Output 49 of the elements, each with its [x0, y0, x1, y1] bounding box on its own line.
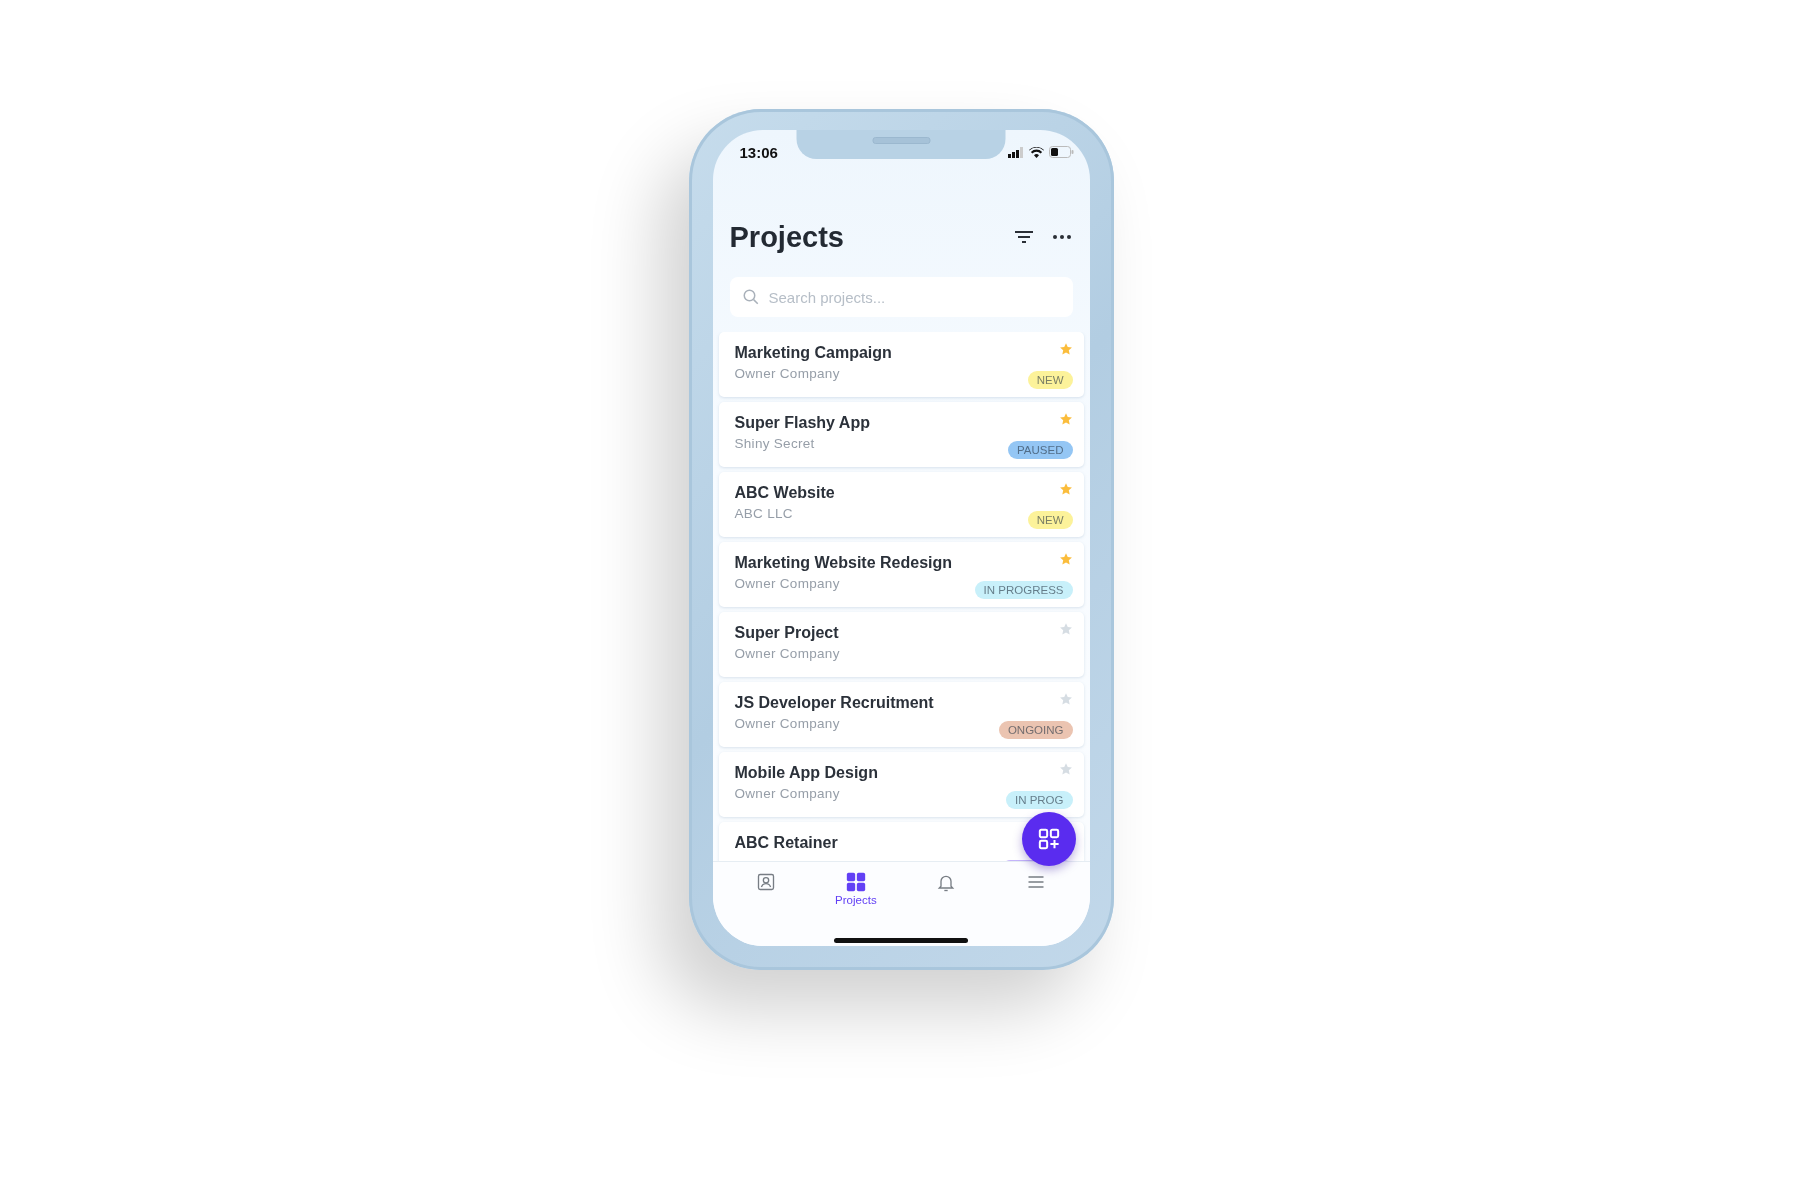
project-name: JS Developer Recruitment: [734, 694, 934, 712]
star-icon[interactable]: [1058, 482, 1073, 496]
project-card[interactable]: Marketing Website Redesign Owner Company IN PROGRESS: [718, 542, 1084, 607]
company-name: ABC LLC: [734, 506, 794, 521]
status-time: 13:06: [739, 143, 778, 161]
company-name: Owner Company: [734, 576, 841, 591]
filter-icon: [1013, 229, 1034, 245]
company-name: Owner Company: [734, 646, 840, 661]
grid-icon: [845, 872, 866, 892]
project-name: Mobile App Design: [734, 764, 878, 782]
nav-tab[interactable]: Projects: [825, 872, 886, 916]
project-card[interactable]: Super Flashy App Shiny Secret PAUSED: [718, 402, 1084, 467]
project-card[interactable]: Super Project Owner Company: [718, 612, 1084, 677]
project-card[interactable]: Mobile App Design Owner Company IN PROG: [718, 752, 1084, 817]
wifi-icon: [1028, 146, 1044, 158]
company-name: Owner Company: [734, 716, 841, 731]
star-icon[interactable]: [1058, 762, 1073, 776]
search-icon: [741, 288, 760, 306]
project-card[interactable]: JS Developer Recruitment Owner Company ONGOING: [718, 682, 1084, 747]
speaker-grille: [872, 137, 930, 144]
signal-icon: [1007, 146, 1024, 158]
grid-plus-icon: [1037, 828, 1060, 850]
more-dots-icon: [1051, 234, 1072, 240]
status-badge: NEW: [1027, 511, 1073, 529]
project-name: ABC Retainer: [734, 834, 838, 852]
search-field[interactable]: Search projects...: [729, 277, 1073, 317]
project-name: Marketing Website Redesign: [734, 554, 953, 572]
battery-icon: [1048, 146, 1074, 158]
status-badge: IN PROGRESS: [974, 581, 1073, 599]
company-name: Owner Company: [734, 786, 841, 801]
company-name: Owner Company: [734, 366, 841, 381]
project-name: Super Project: [734, 624, 840, 642]
contact-icon: [755, 872, 776, 892]
project-name: Super Flashy App: [734, 414, 870, 432]
project-name: Marketing Campaign: [734, 344, 892, 362]
page-title: Projects: [729, 220, 844, 254]
company-name: Shiny Secret: [734, 436, 816, 451]
star-icon[interactable]: [1058, 342, 1073, 356]
star-icon[interactable]: [1058, 412, 1073, 426]
status-badge: ONGOING: [998, 721, 1073, 739]
status-badge: PAUSED: [1008, 441, 1073, 459]
project-card[interactable]: Marketing Campaign Owner Company NEW: [718, 332, 1084, 397]
project-card[interactable]: ABC Website ABC LLC NEW: [718, 472, 1084, 537]
star-icon[interactable]: [1058, 622, 1073, 636]
star-icon[interactable]: [1058, 692, 1073, 706]
star-icon[interactable]: [1058, 552, 1073, 566]
status-badge: IN PROG: [1005, 791, 1073, 809]
status-badge: NEW: [1027, 371, 1073, 389]
project-name: ABC Website: [734, 484, 835, 502]
